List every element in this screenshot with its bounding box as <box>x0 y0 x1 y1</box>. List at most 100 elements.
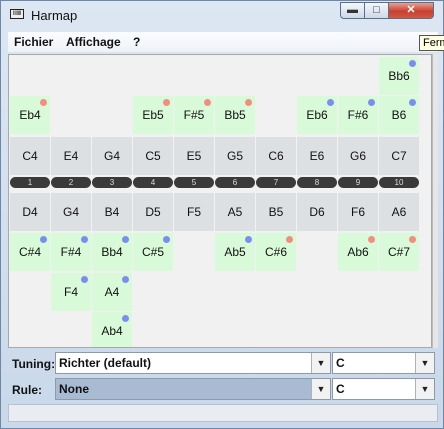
rule-select[interactable]: None ▼ <box>55 378 331 400</box>
hole-number-7: 7 <box>256 177 296 188</box>
note-cell-draw-1[interactable]: D4 <box>10 193 50 231</box>
note-cell-bottom2-2[interactable]: F4 <box>51 273 91 311</box>
note-label: Eb6 <box>306 108 328 122</box>
red-dot-icon <box>163 99 170 106</box>
note-cell-blow-7[interactable]: C6 <box>256 137 296 175</box>
red-dot-icon <box>286 236 293 243</box>
note-cell-blow-8[interactable]: E6 <box>297 137 337 175</box>
note-cell-bottom1-1[interactable]: C#4 <box>10 233 50 271</box>
rule-key-select[interactable]: C ▼ <box>332 378 435 400</box>
note-label: C7 <box>391 149 407 163</box>
note-label: A4 <box>104 285 120 299</box>
tuning-label: Tuning: <box>12 357 56 371</box>
note-label: B5 <box>268 205 284 219</box>
hole-number-2: 2 <box>51 177 91 188</box>
chevron-down-icon[interactable]: ▼ <box>311 353 330 373</box>
window-title: Harmap <box>31 8 78 23</box>
hole-number-6: 6 <box>215 177 255 188</box>
blue-dot-icon <box>368 99 375 106</box>
blue-dot-icon <box>40 236 47 243</box>
note-label: C#6 <box>264 245 287 259</box>
note-cell-draw-3[interactable]: B4 <box>92 193 132 231</box>
title-bar[interactable]: IIIIIII Harmap ▬ □ ✕ <box>1 1 444 31</box>
note-cell-draw-9[interactable]: F6 <box>338 193 378 231</box>
note-cell-top1-1[interactable]: Eb4 <box>10 96 50 134</box>
note-label: F#6 <box>347 108 369 122</box>
note-cell-top1-9[interactable]: F#6 <box>338 96 378 134</box>
harmonica-map: Bb6 Eb4 Eb5 F#5 Bb5 Eb6 F#6 B6 C4 E4 G4 C5 E5 G5 C6 E6 G… <box>8 54 432 348</box>
note-label: F#4 <box>60 245 82 259</box>
hole-number-8: 8 <box>297 177 337 188</box>
note-label: G5 <box>226 149 243 163</box>
tuning-select[interactable]: Richter (default) ▼ <box>55 352 331 374</box>
note-cell-draw-5[interactable]: F5 <box>174 193 214 231</box>
note-cell-blow-6[interactable]: G5 <box>215 137 255 175</box>
note-label: Ab5 <box>224 245 246 259</box>
note-label: E6 <box>309 149 325 163</box>
red-dot-icon <box>40 99 47 106</box>
tuning-key-select[interactable]: C ▼ <box>332 352 435 374</box>
note-cell-top3-10[interactable]: Bb6 <box>379 57 419 95</box>
note-cell-bottom1-10[interactable]: C#7 <box>379 233 419 271</box>
note-cell-top1-4[interactable]: Eb5 <box>133 96 173 134</box>
app-window: IIIIIII Harmap ▬ □ ✕ Fichier Affichage ?… <box>0 0 444 429</box>
note-cell-bottom1-2[interactable]: F#4 <box>51 233 91 271</box>
menu-affichage[interactable]: Affichage <box>66 35 121 49</box>
note-cell-blow-3[interactable]: G4 <box>92 137 132 175</box>
note-cell-blow-5[interactable]: E5 <box>174 137 214 175</box>
note-label: C6 <box>268 149 284 163</box>
menu-bar: Fichier Affichage ? <box>8 32 438 52</box>
note-cell-bottom1-9[interactable]: Ab6 <box>338 233 378 271</box>
note-cell-blow-10[interactable]: C7 <box>379 137 419 175</box>
note-label: Ab4 <box>101 324 123 338</box>
note-cell-bottom1-3[interactable]: Bb4 <box>92 233 132 271</box>
note-cell-top1-8[interactable]: Eb6 <box>297 96 337 134</box>
red-dot-icon <box>204 99 211 106</box>
note-cell-bottom2-3[interactable]: A4 <box>92 273 132 311</box>
blue-dot-icon <box>122 236 129 243</box>
note-label: Bb5 <box>224 108 246 122</box>
note-cell-draw-8[interactable]: D6 <box>297 193 337 231</box>
note-cell-draw-4[interactable]: D5 <box>133 193 173 231</box>
note-label: Bb6 <box>388 69 410 83</box>
menu-help[interactable]: ? <box>133 35 140 49</box>
note-cell-blow-2[interactable]: E4 <box>51 137 91 175</box>
minimize-button[interactable]: ▬ <box>340 2 365 19</box>
hole-number-9: 9 <box>338 177 378 188</box>
rule-label: Rule: <box>12 383 42 397</box>
note-cell-draw-10[interactable]: A6 <box>379 193 419 231</box>
close-button[interactable]: ✕ <box>388 2 434 19</box>
menu-fichier[interactable]: Fichier <box>14 35 53 49</box>
note-label: C#5 <box>141 245 164 259</box>
note-cell-top1-6[interactable]: Bb5 <box>215 96 255 134</box>
note-cell-top1-10[interactable]: B6 <box>379 96 419 134</box>
note-cell-bottom1-4[interactable]: C#5 <box>133 233 173 271</box>
red-dot-icon <box>409 236 416 243</box>
blue-dot-icon <box>122 276 129 283</box>
hole-number-1: 1 <box>10 177 50 188</box>
note-label: F5 <box>186 205 201 219</box>
chevron-down-icon[interactable]: ▼ <box>415 379 434 399</box>
vertical-scrollbar[interactable] <box>432 54 438 348</box>
hole-number-4: 4 <box>133 177 173 188</box>
note-cell-bottom1-6[interactable]: Ab5 <box>215 233 255 271</box>
note-cell-blow-1[interactable]: C4 <box>10 137 50 175</box>
note-cell-draw-6[interactable]: A5 <box>215 193 255 231</box>
harmonica-app-icon: IIIIIII <box>10 9 24 19</box>
chevron-down-icon[interactable]: ▼ <box>415 353 434 373</box>
chevron-down-icon[interactable]: ▼ <box>311 379 330 399</box>
note-cell-top1-5[interactable]: F#5 <box>174 96 214 134</box>
maximize-button[interactable]: □ <box>364 2 389 19</box>
note-label: C5 <box>145 149 161 163</box>
note-cell-bottom1-7[interactable]: C#6 <box>256 233 296 271</box>
note-cell-bottom3-3[interactable]: Ab4 <box>92 312 132 347</box>
note-label: F4 <box>63 285 78 299</box>
note-cell-blow-9[interactable]: G6 <box>338 137 378 175</box>
note-cell-blow-4[interactable]: C5 <box>133 137 173 175</box>
note-label: F6 <box>350 205 365 219</box>
note-cell-draw-2[interactable]: G4 <box>51 193 91 231</box>
note-label: D5 <box>145 205 161 219</box>
note-label: D6 <box>309 205 325 219</box>
note-cell-draw-7[interactable]: B5 <box>256 193 296 231</box>
note-label: A6 <box>391 205 407 219</box>
